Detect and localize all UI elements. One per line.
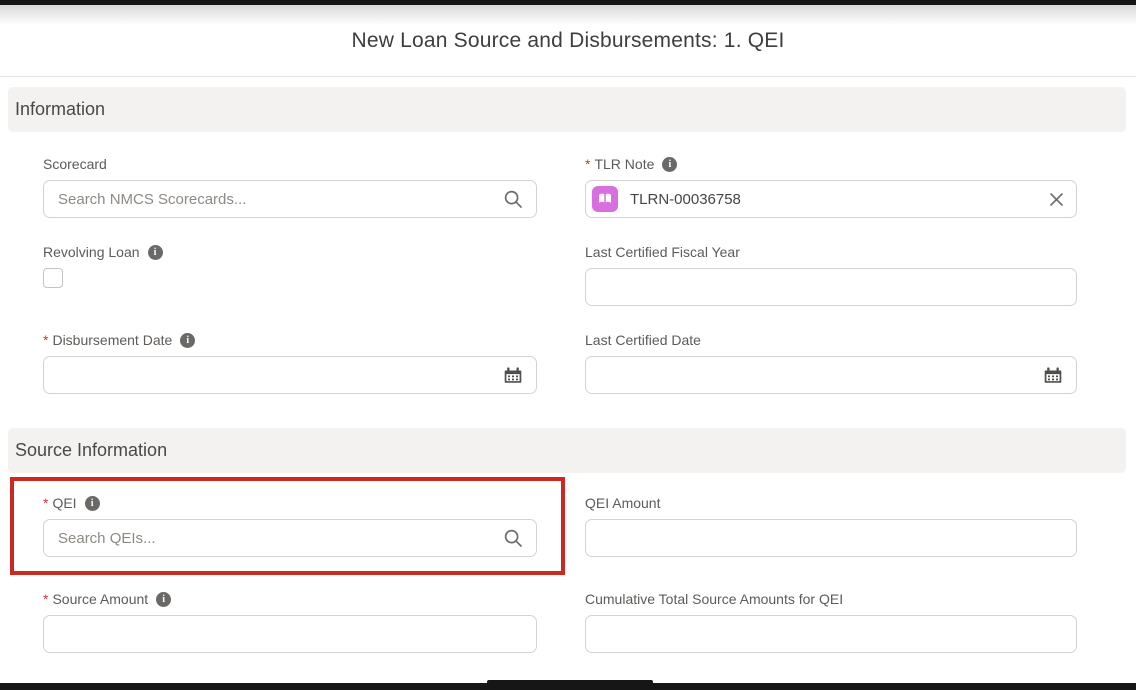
- window-bottom-edge: [0, 683, 1136, 690]
- revolving-loan-field: Revolving Loan i: [43, 242, 537, 306]
- clear-icon[interactable]: [1049, 192, 1064, 207]
- last-certified-fiscal-year-input[interactable]: [585, 268, 1077, 306]
- last-certified-date-field: Last Certified Date: [585, 330, 1077, 394]
- section-header-source-information: Source Information: [8, 428, 1126, 473]
- last-certified-fiscal-year-label: Last Certified Fiscal Year: [585, 244, 740, 260]
- section-title: Information: [15, 99, 105, 120]
- book-icon: [597, 191, 613, 207]
- tlr-note-field: * TLR Note i TLRN-00036758: [585, 154, 1077, 218]
- qei-label-row: * QEI i: [43, 493, 537, 513]
- source-amount-label-row: * Source Amount i: [43, 589, 537, 609]
- search-icon[interactable]: [502, 188, 524, 210]
- info-icon[interactable]: i: [180, 333, 195, 348]
- last-certified-fiscal-year-field: Last Certified Fiscal Year: [585, 242, 1077, 306]
- required-marker: *: [585, 156, 590, 172]
- modal-header: New Loan Source and Disbursements: 1. QE…: [0, 5, 1136, 77]
- disbursement-date-label: Disbursement Date: [52, 332, 172, 348]
- scorecard-label-row: Scorecard: [43, 154, 537, 174]
- form-row: Revolving Loan i Last Certified Fiscal Y…: [43, 242, 1077, 306]
- form-row: * Source Amount i Cumulative Total Sourc…: [43, 589, 1077, 653]
- source-amount-field: * Source Amount i: [43, 589, 537, 653]
- last-certified-date-input[interactable]: [585, 356, 1077, 394]
- qei-amount-label: QEI Amount: [585, 495, 660, 511]
- cumulative-total-label: Cumulative Total Source Amounts for QEI: [585, 591, 843, 607]
- form-row: * Disbursement Date i: [43, 330, 1077, 394]
- disbursement-date-label-row: * Disbursement Date i: [43, 330, 537, 350]
- revolving-loan-label-row: Revolving Loan i: [43, 242, 537, 262]
- section-title: Source Information: [15, 440, 167, 461]
- info-icon[interactable]: i: [156, 592, 171, 607]
- scorecard-search-input[interactable]: [43, 180, 537, 218]
- tlr-note-value: TLRN-00036758: [630, 191, 741, 208]
- last-certified-date-label: Last Certified Date: [585, 332, 701, 348]
- info-icon[interactable]: i: [85, 496, 100, 511]
- revolving-loan-checkbox[interactable]: [43, 268, 63, 288]
- info-icon[interactable]: i: [148, 245, 163, 260]
- information-section-body: Scorecard * TLR Note i: [0, 154, 1136, 394]
- qei-field: * QEI i: [43, 493, 537, 557]
- tlr-note-record-badge: [592, 186, 618, 212]
- page-title: New Loan Source and Disbursements: 1. QE…: [351, 29, 784, 53]
- tlr-note-selected-pill[interactable]: TLRN-00036758: [585, 180, 1077, 218]
- scorecard-label: Scorecard: [43, 156, 107, 172]
- required-marker: *: [43, 495, 48, 511]
- required-marker: *: [43, 591, 48, 607]
- calendar-icon[interactable]: [1042, 364, 1064, 386]
- qei-amount-label-row: QEI Amount: [585, 493, 1077, 513]
- qei-search-input[interactable]: [43, 519, 537, 557]
- required-marker: *: [43, 332, 48, 348]
- calendar-icon[interactable]: [502, 364, 524, 386]
- source-amount-label: Source Amount: [52, 591, 148, 607]
- search-icon[interactable]: [502, 527, 524, 549]
- cumulative-total-label-row: Cumulative Total Source Amounts for QEI: [585, 589, 1077, 609]
- revolving-loan-label: Revolving Loan: [43, 244, 140, 260]
- qei-amount-field: QEI Amount: [585, 493, 1077, 557]
- info-icon[interactable]: i: [662, 157, 677, 172]
- last-certified-date-label-row: Last Certified Date: [585, 330, 1077, 350]
- source-amount-input[interactable]: [43, 615, 537, 653]
- qei-amount-input[interactable]: [585, 519, 1077, 557]
- form-row: Scorecard * TLR Note i: [43, 154, 1077, 218]
- tlr-note-label: TLR Note: [594, 156, 654, 172]
- cumulative-total-input[interactable]: [585, 615, 1077, 653]
- form-row: * QEI i QEI Amount: [43, 493, 1077, 557]
- scorecard-field: Scorecard: [43, 154, 537, 218]
- last-certified-fiscal-year-label-row: Last Certified Fiscal Year: [585, 242, 1077, 262]
- cumulative-total-source-amounts-field: Cumulative Total Source Amounts for QEI: [585, 589, 1077, 653]
- disbursement-date-field: * Disbursement Date i: [43, 330, 537, 394]
- tlr-note-label-row: * TLR Note i: [585, 154, 1077, 174]
- disbursement-date-input[interactable]: [43, 356, 537, 394]
- qei-label: QEI: [52, 495, 76, 511]
- section-header-information: Information: [8, 87, 1126, 132]
- source-information-section-body: * QEI i QEI Amount * Source Amount: [0, 493, 1136, 653]
